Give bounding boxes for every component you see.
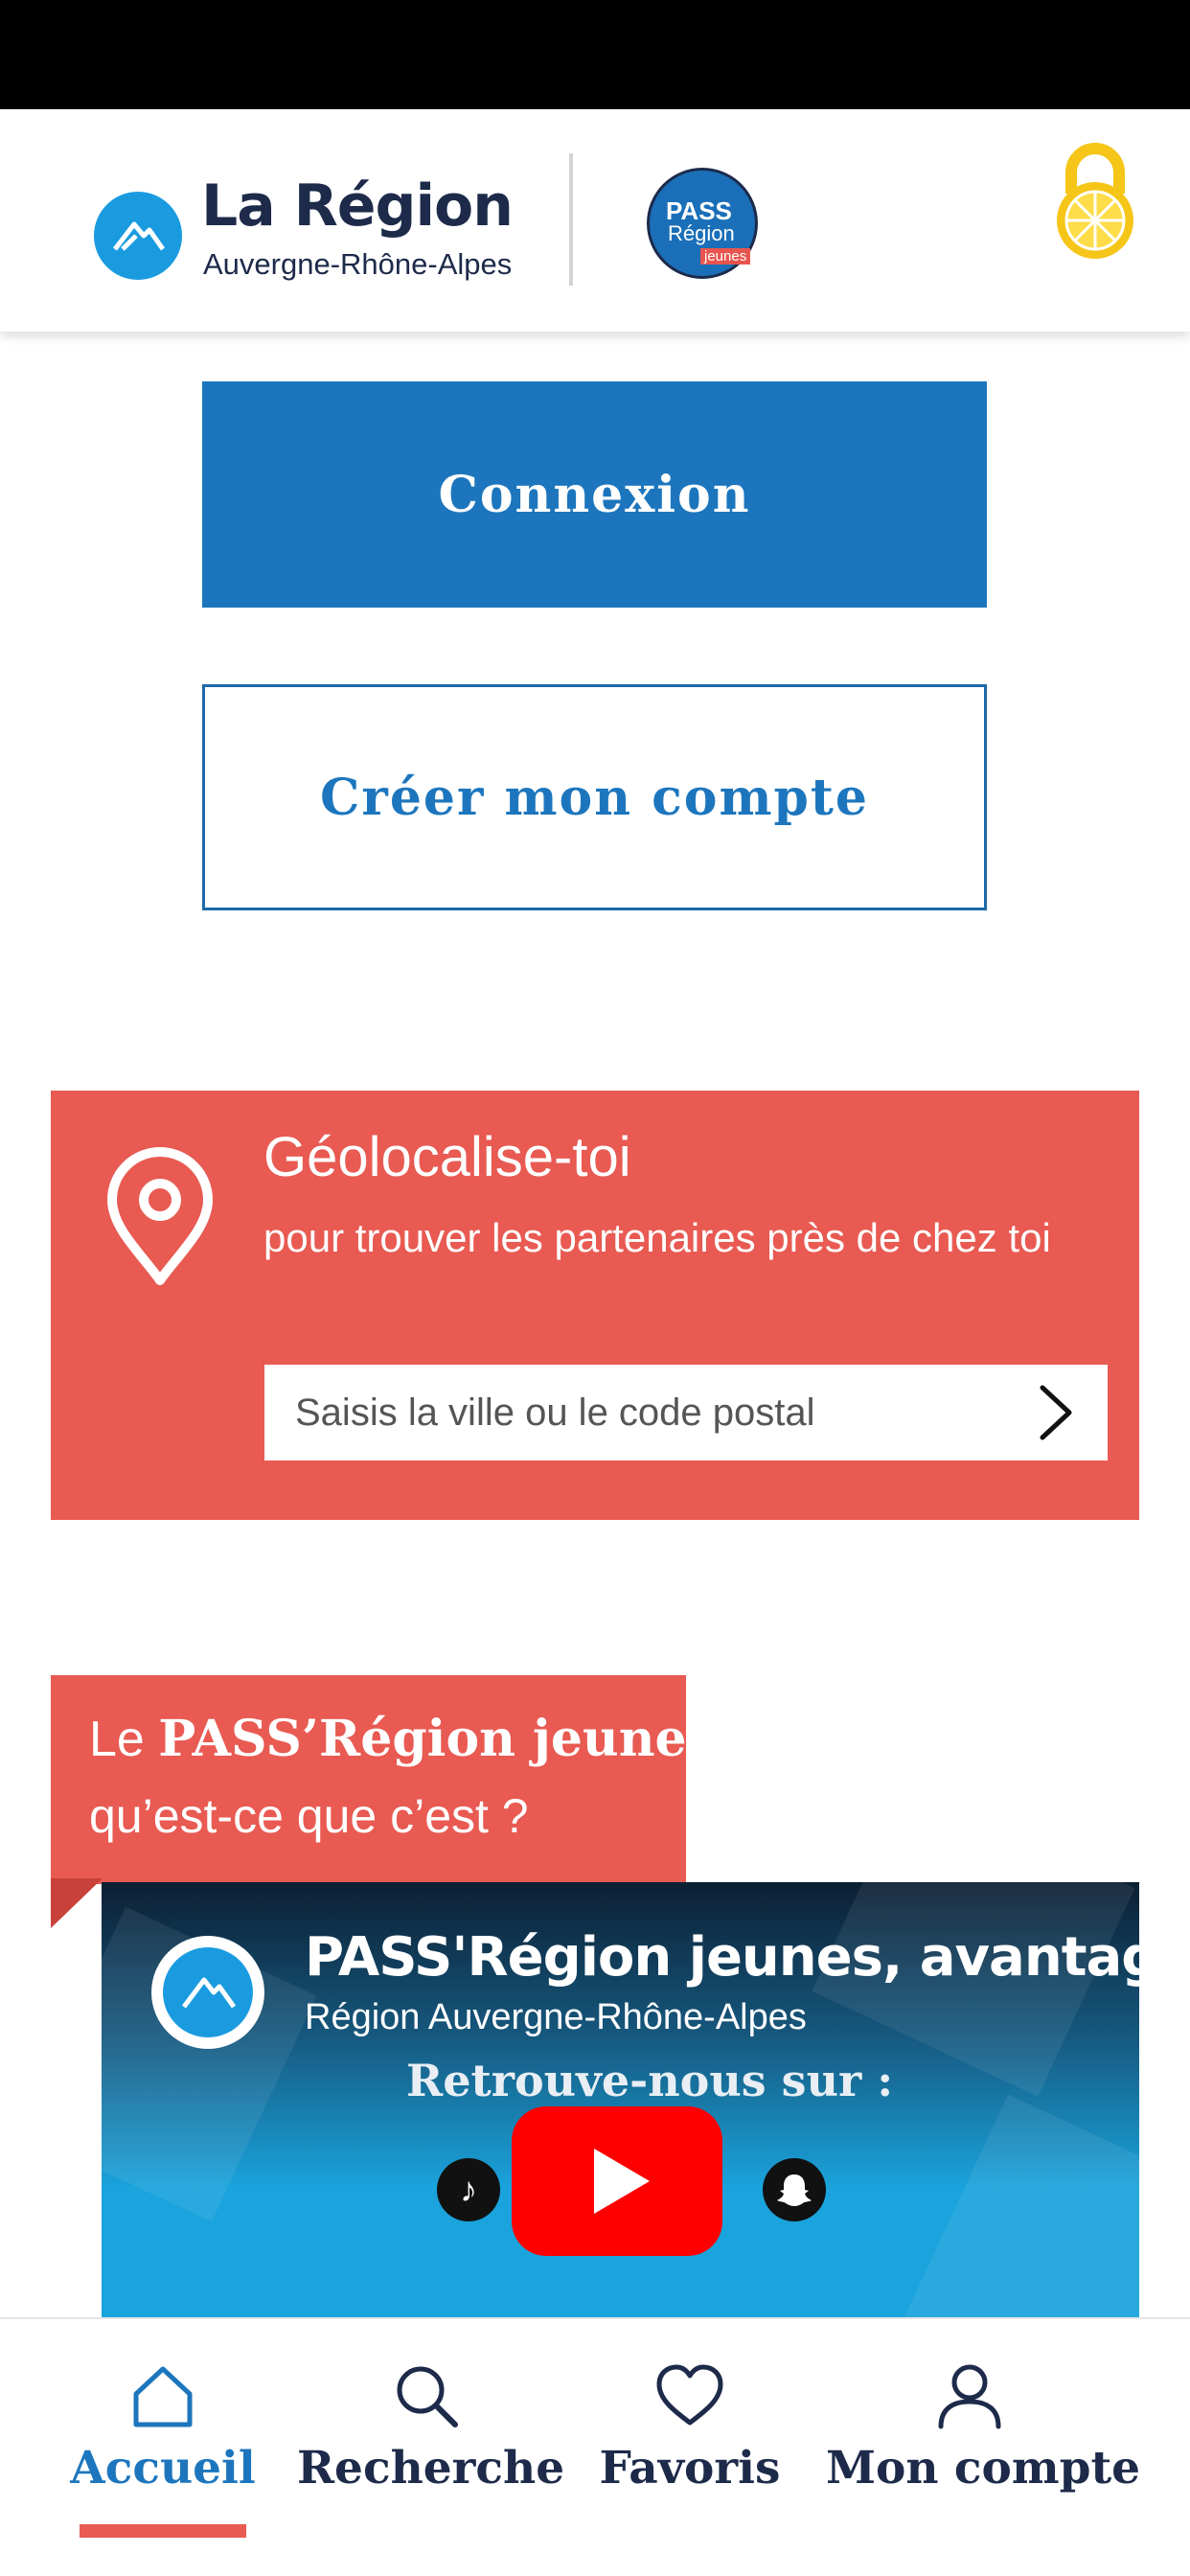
channel-avatar[interactable] [151, 1936, 264, 2049]
pass-logo-region: Région [668, 221, 735, 245]
video-channel-name: Région Auvergne-Rhône-Alpes [305, 1997, 807, 2037]
pass-logo-jeunes: jeunes [700, 248, 751, 264]
user-icon [938, 2364, 1001, 2429]
app-header: La Région Auvergne-Rhône-Alpes PASS Régi… [0, 109, 1190, 332]
pass-intro-fold [51, 1878, 103, 1928]
login-button[interactable]: Connexion [202, 381, 987, 608]
region-mountain-icon [163, 1947, 253, 2037]
heart-icon [656, 2364, 723, 2426]
pass-region-logo[interactable]: PASS Région jeunes [636, 161, 770, 291]
chevron-right-icon[interactable] [1033, 1382, 1079, 1443]
region-logo[interactable]: La Région Auvergne-Rhône-Alpes [94, 169, 573, 281]
city-search-input[interactable] [264, 1365, 1012, 1460]
nav-item-search[interactable]: Recherche [297, 2319, 565, 2576]
pass-intro-line1: Le PASS’Région jeunes [89, 1710, 715, 1768]
city-search-field [264, 1365, 1108, 1460]
region-subtitle: Auvergne-Rhône-Alpes [203, 247, 513, 281]
geolocation-card: Géolocalise-toi pour trouver les partena… [51, 1091, 1139, 1520]
nav-label-home: Accueil [70, 2442, 256, 2495]
youtube-play-icon[interactable] [512, 2106, 722, 2256]
tiktok-icon: ♪ [437, 2158, 500, 2221]
nav-item-account[interactable]: Mon compte [826, 2319, 1141, 2576]
nav-label-account: Mon compte [826, 2442, 1141, 2495]
pass-logo-badge: PASS Région jeunes [642, 163, 763, 284]
youtube-video-embed[interactable]: PASS'Région jeunes, avantages Région Auv… [102, 1882, 1139, 2319]
nav-label-search: Recherche [297, 2442, 565, 2495]
region-mountain-icon [94, 192, 182, 280]
lock-icon[interactable] [1054, 138, 1136, 263]
bottom-navigation: Accueil Recherche Favoris Mon compte [0, 2317, 1190, 2576]
geolocation-title: Géolocalise-toi [263, 1126, 631, 1188]
home-icon [133, 2366, 193, 2427]
pass-intro-brand: PASS’Région jeunes [158, 1710, 715, 1768]
region-title: La Région [201, 172, 514, 240]
create-account-button[interactable]: Créer mon compte [202, 684, 987, 910]
nav-item-home[interactable]: Accueil [57, 2319, 268, 2576]
nav-item-favorites[interactable]: Favoris [584, 2319, 795, 2576]
video-title[interactable]: PASS'Région jeunes, avantages [305, 1926, 1139, 1989]
video-tagline: Retrouve-nous sur : [406, 2055, 894, 2106]
active-tab-indicator [80, 2524, 246, 2538]
nav-label-favorites: Favoris [599, 2442, 781, 2495]
map-pin-icon [104, 1146, 216, 1288]
header-divider [569, 153, 573, 286]
pass-intro-heading: Le PASS’Région jeunes qu’est-ce que c’es… [51, 1675, 715, 1884]
pass-intro-question: qu’est-ce que c’est ? [89, 1789, 529, 1843]
search-icon [397, 2366, 458, 2427]
snapchat-icon [763, 2158, 826, 2221]
status-bar [0, 0, 1190, 109]
video-background-shape [903, 2094, 1139, 2319]
play-triangle-icon [594, 2149, 650, 2214]
geolocation-subtitle: pour trouver les partenaires près de che… [263, 1215, 1051, 1260]
pass-intro-prefix: Le [89, 1712, 145, 1767]
